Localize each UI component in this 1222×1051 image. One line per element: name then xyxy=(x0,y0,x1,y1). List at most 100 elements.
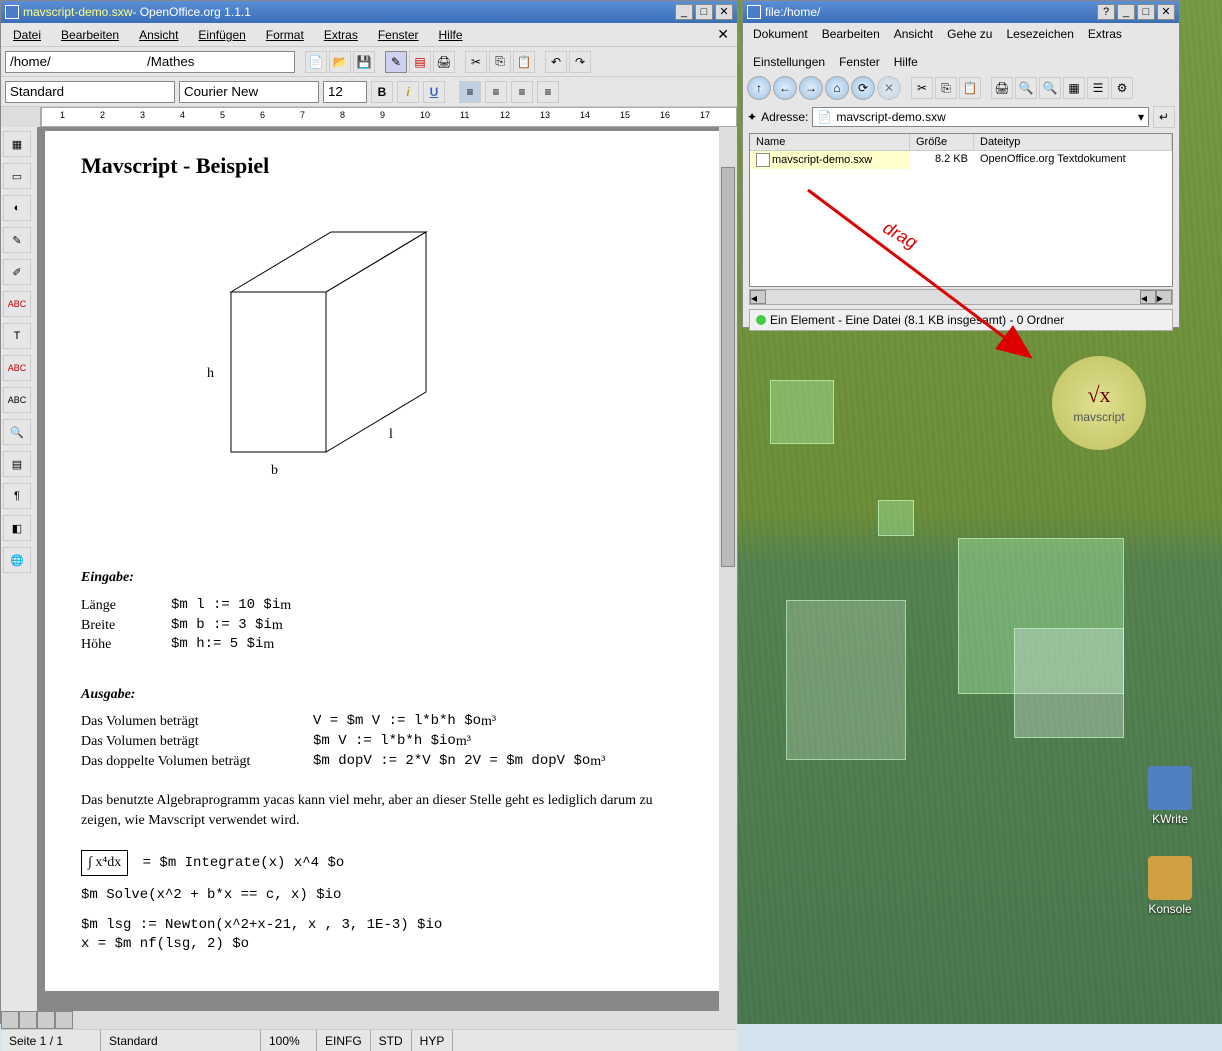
font-size-select[interactable] xyxy=(323,81,367,103)
nav-forward-icon[interactable]: → xyxy=(799,76,823,100)
fb-menu-gehezu[interactable]: Gehe zu xyxy=(945,25,994,43)
fb-maximize-button[interactable]: □ xyxy=(1137,4,1155,20)
menu-bearbeiten[interactable]: Bearbeiten xyxy=(57,26,123,44)
view-icon-icon[interactable]: ▦ xyxy=(1063,77,1085,99)
fb-minimize-button[interactable]: _ xyxy=(1117,4,1135,20)
save-icon[interactable]: 💾 xyxy=(353,51,375,73)
fb-horizontal-scrollbar[interactable]: ◂◂▸ xyxy=(749,289,1173,305)
open-icon[interactable]: 📂 xyxy=(329,51,351,73)
nav-home-icon[interactable]: ⌂ xyxy=(825,76,849,100)
zoom-out-icon[interactable]: 🔍 xyxy=(1039,77,1061,99)
print-icon[interactable]: 🖨 xyxy=(991,77,1013,99)
close-button[interactable]: ✕ xyxy=(715,4,733,20)
zoom-in-icon[interactable]: 🔍 xyxy=(1015,77,1037,99)
gear-icon[interactable]: ⚙ xyxy=(1111,77,1133,99)
menu-extras[interactable]: Extras xyxy=(320,26,362,44)
konsole-desktop-icon[interactable]: Konsole xyxy=(1140,856,1200,916)
insert-field-icon[interactable]: ▭ xyxy=(3,163,31,189)
view-list-icon[interactable]: ☰ xyxy=(1087,77,1109,99)
font-name-select[interactable] xyxy=(179,81,319,103)
copy-icon[interactable]: ⎘ xyxy=(489,51,511,73)
edit-mode-icon[interactable]: ✎ xyxy=(385,51,407,73)
menu-einfuegen[interactable]: Einfügen xyxy=(194,26,249,44)
redo-icon[interactable]: ↷ xyxy=(569,51,591,73)
menu-format[interactable]: Format xyxy=(262,26,308,44)
file-list-header[interactable]: Name Größe Dateityp xyxy=(750,134,1172,151)
document-area[interactable]: Mavscript - Beispiel h b l Eingabe: Läng… xyxy=(37,127,737,1011)
file-row[interactable]: mavscript-demo.sxw 8.2 KB OpenOffice.org… xyxy=(750,151,1172,169)
maximize-button[interactable]: □ xyxy=(695,4,713,20)
web-icon[interactable]: 🌐 xyxy=(3,547,31,573)
align-center-button[interactable]: ≡ xyxy=(485,81,507,103)
fb-menu-hilfe[interactable]: Hilfe xyxy=(892,53,920,71)
menu-ansicht[interactable]: Ansicht xyxy=(135,26,182,44)
fb-close-button[interactable]: ✕ xyxy=(1157,4,1175,20)
abc-check-icon[interactable]: ABC xyxy=(3,291,31,317)
minimize-button[interactable]: _ xyxy=(675,4,693,20)
menu-fenster[interactable]: Fenster xyxy=(374,26,423,44)
paragraph-style-select[interactable] xyxy=(5,81,175,103)
search-icon[interactable]: 🔍 xyxy=(3,419,31,445)
fb-menu-bearbeiten[interactable]: Bearbeiten xyxy=(820,25,882,43)
pdf-icon[interactable]: ▤ xyxy=(409,51,431,73)
nonprint-icon[interactable]: ¶ xyxy=(3,483,31,509)
desktop[interactable]: file:/home/ ? _ □ ✕ Dokument Bearbeiten … xyxy=(738,0,1222,1024)
undo-icon[interactable]: ↶ xyxy=(545,51,567,73)
copy-icon[interactable]: ⎘ xyxy=(935,77,957,99)
path-input[interactable] xyxy=(5,51,295,73)
paste-icon[interactable]: 📋 xyxy=(513,51,535,73)
text-icon[interactable]: T xyxy=(3,323,31,349)
abc-icon[interactable]: ABC xyxy=(3,387,31,413)
fb-menu-lesezeichen[interactable]: Lesezeichen xyxy=(1004,25,1075,43)
align-justify-button[interactable]: ≡ xyxy=(537,81,559,103)
menu-datei[interactable]: Datei xyxy=(9,26,45,44)
kwrite-desktop-icon[interactable]: KWrite xyxy=(1140,766,1200,826)
nav-back-icon[interactable]: ← xyxy=(773,76,797,100)
italic-button[interactable]: i xyxy=(397,81,419,103)
fb-menu-fenster[interactable]: Fenster xyxy=(837,53,882,71)
print-icon[interactable]: 🖨 xyxy=(433,51,455,73)
horizontal-scroll-area[interactable] xyxy=(1,1011,737,1029)
abc-auto-icon[interactable]: ABC xyxy=(3,355,31,381)
paste-icon[interactable]: 📋 xyxy=(959,77,981,99)
datasource-icon[interactable]: ▤ xyxy=(3,451,31,477)
col-name[interactable]: Name xyxy=(750,134,910,150)
vertical-scrollbar[interactable] xyxy=(719,127,737,1011)
go-icon[interactable]: ↵ xyxy=(1153,106,1175,128)
underline-button[interactable]: U xyxy=(423,81,445,103)
fb-titlebar[interactable]: file:/home/ ? _ □ ✕ xyxy=(743,1,1179,23)
new-doc-icon[interactable]: 📄 xyxy=(305,51,327,73)
nav-up-icon[interactable]: ↑ xyxy=(747,76,771,100)
mavscript-desktop-icon[interactable]: √x mavscript xyxy=(1052,356,1146,450)
status-zoom[interactable]: 100% xyxy=(261,1030,317,1051)
bookmark-icon[interactable]: ✦ xyxy=(747,110,757,124)
oo-titlebar[interactable]: mavscript-demo.sxw - OpenOffice.org 1.1.… xyxy=(1,1,737,23)
nav-reload-icon[interactable]: ⟳ xyxy=(851,76,875,100)
fb-menu-ansicht[interactable]: Ansicht xyxy=(892,25,935,43)
draw-icon[interactable]: ✎ xyxy=(3,227,31,253)
status-hyp[interactable]: HYP xyxy=(412,1030,454,1051)
align-right-button[interactable]: ≡ xyxy=(511,81,533,103)
insert-object-icon[interactable]: ◐ xyxy=(3,195,31,221)
file-list[interactable]: Name Größe Dateityp mavscript-demo.sxw 8… xyxy=(749,133,1173,287)
fb-menu-dokument[interactable]: Dokument xyxy=(751,25,810,43)
menu-hilfe[interactable]: Hilfe xyxy=(435,26,467,44)
bold-button[interactable]: B xyxy=(371,81,393,103)
nav-stop-icon[interactable]: ✕ xyxy=(877,76,901,100)
fb-menu-extras[interactable]: Extras xyxy=(1086,25,1124,43)
status-std[interactable]: STD xyxy=(371,1030,412,1051)
address-input[interactable]: 📄 mavscript-demo.sxw▾ xyxy=(812,107,1149,127)
col-size[interactable]: Größe xyxy=(910,134,974,150)
doc-close-icon[interactable]: ✕ xyxy=(717,26,729,43)
graphics-icon[interactable]: ◧ xyxy=(3,515,31,541)
fb-menu-einstellungen[interactable]: Einstellungen xyxy=(751,53,827,71)
insert-table-icon[interactable]: ▦ xyxy=(3,131,31,157)
form-icon[interactable]: ✐ xyxy=(3,259,31,285)
cut-icon[interactable]: ✂ xyxy=(911,77,933,99)
fb-help-button[interactable]: ? xyxy=(1097,4,1115,20)
cut-icon[interactable]: ✂ xyxy=(465,51,487,73)
align-left-button[interactable]: ≡ xyxy=(459,81,481,103)
col-type[interactable]: Dateityp xyxy=(974,134,1172,150)
status-insert[interactable]: EINFG xyxy=(317,1030,371,1051)
ruler[interactable]: 1234567891011121314151617 xyxy=(1,107,737,127)
